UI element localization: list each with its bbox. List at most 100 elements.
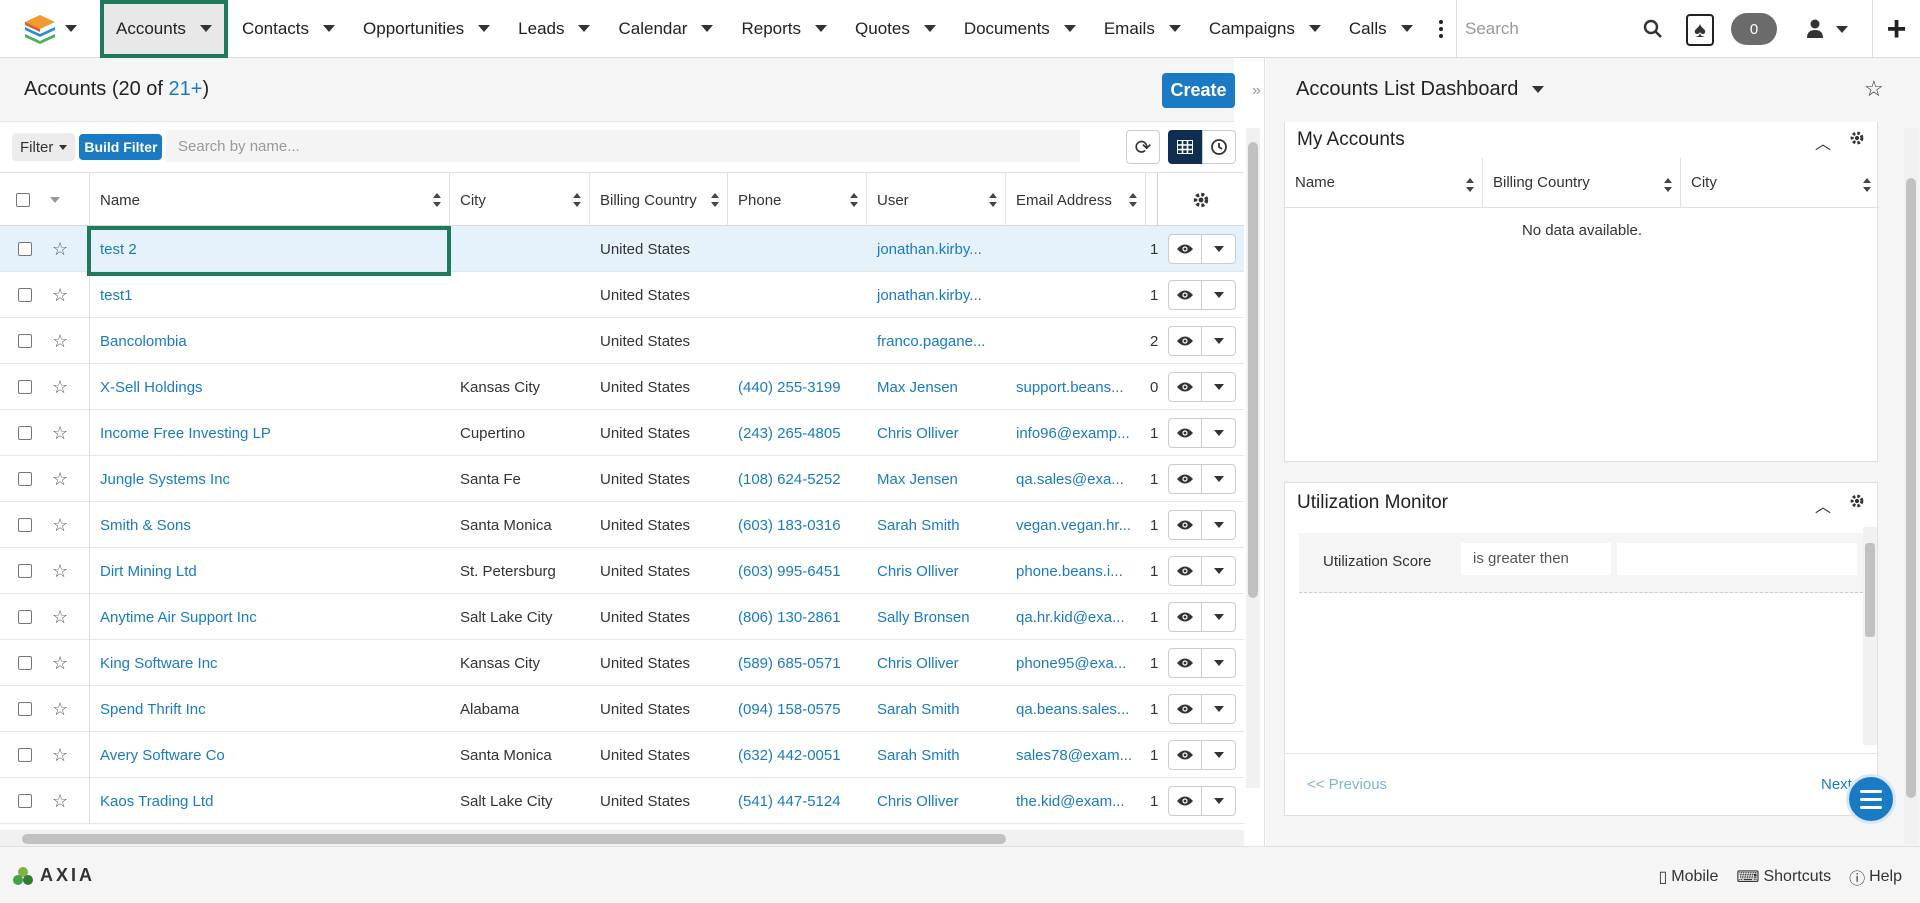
panel-splitter[interactable] xyxy=(1264,58,1265,846)
nav-item-reports[interactable]: Reports xyxy=(727,0,841,58)
nav-item-leads[interactable]: Leads xyxy=(504,0,604,58)
row-actions-dropdown[interactable] xyxy=(1202,557,1235,585)
cell-name[interactable]: X-Sell Holdings xyxy=(90,364,450,410)
cell-email[interactable]: the.kid@exam... xyxy=(1006,778,1146,824)
preview-eye-icon[interactable] xyxy=(1169,787,1203,815)
preview-eye-icon[interactable] xyxy=(1169,511,1203,539)
table-row[interactable]: ☆ X-Sell Holdings Kansas City United States… xyxy=(0,364,1244,410)
collapse-panel-icon[interactable]: » xyxy=(1252,82,1261,100)
cell-name[interactable]: Bancolombia xyxy=(90,318,450,364)
cell-user[interactable]: franco.pagane... xyxy=(867,318,1006,364)
row-checkbox[interactable] xyxy=(18,748,32,762)
recent-history-icon[interactable] xyxy=(1202,130,1236,164)
table-row[interactable]: ☆ Income Free Investing LP Cupertino United… xyxy=(0,410,1244,456)
nav-item-calls[interactable]: Calls xyxy=(1335,0,1427,58)
row-checkbox[interactable] xyxy=(18,564,32,578)
user-menu[interactable] xyxy=(1806,0,1848,58)
favorite-star-icon[interactable]: ☆ xyxy=(52,778,68,824)
cell-name[interactable]: Spend Thrift Inc xyxy=(90,686,450,732)
cell-name[interactable]: King Software Inc xyxy=(90,640,450,686)
search-icon[interactable] xyxy=(1643,19,1663,39)
cell-phone[interactable]: (806) 130-2861 xyxy=(728,594,867,640)
chevron-down-icon[interactable] xyxy=(923,25,936,32)
favorite-star-icon[interactable]: ☆ xyxy=(52,410,68,456)
nav-item-campaigns[interactable]: Campaigns xyxy=(1195,0,1335,58)
row-actions-dropdown[interactable] xyxy=(1202,511,1235,539)
dashlet-scrollbar[interactable] xyxy=(1863,527,1877,745)
row-actions-dropdown[interactable] xyxy=(1202,649,1235,677)
cell-name[interactable]: Income Free Investing LP xyxy=(90,410,450,456)
preview-eye-icon[interactable] xyxy=(1169,741,1203,769)
cell-email[interactable]: phone.beans.i... xyxy=(1006,548,1146,594)
nav-item-calendar[interactable]: Calendar xyxy=(604,0,727,58)
preview-eye-icon[interactable] xyxy=(1169,465,1203,493)
row-checkbox[interactable] xyxy=(18,334,32,348)
preview-eye-icon[interactable] xyxy=(1169,373,1203,401)
cell-email[interactable]: qa.sales@exa... xyxy=(1006,456,1146,502)
nav-item-accounts[interactable]: Accounts xyxy=(100,0,228,58)
chevron-down-icon[interactable] xyxy=(815,25,828,32)
cell-user[interactable]: Chris Olliver xyxy=(867,778,1006,824)
list-vertical-scrollbar[interactable] xyxy=(1246,128,1260,788)
col-header-email[interactable]: Email Address xyxy=(1006,173,1146,227)
cell-name[interactable]: test1 xyxy=(90,272,450,318)
row-actions-dropdown[interactable] xyxy=(1202,235,1235,263)
favorite-star-icon[interactable]: ☆ xyxy=(52,548,68,594)
row-actions-dropdown[interactable] xyxy=(1202,603,1235,631)
spade-icon[interactable]: ♠ xyxy=(1686,14,1714,46)
cell-name[interactable]: Dirt Mining Ltd xyxy=(90,548,450,594)
dashlet-col-name[interactable]: Name xyxy=(1285,158,1483,208)
row-checkbox[interactable] xyxy=(18,242,32,256)
favorite-star-icon[interactable]: ☆ xyxy=(52,502,68,548)
cell-user[interactable]: Chris Olliver xyxy=(867,410,1006,456)
dashlet-col-billing-country[interactable]: Billing Country xyxy=(1483,158,1681,208)
app-logo-menu[interactable] xyxy=(0,0,100,58)
cell-phone[interactable]: (603) 183-0316 xyxy=(728,502,867,548)
collapse-chevron-up-icon[interactable]: ︿ xyxy=(1815,493,1831,517)
col-header-billing-country[interactable]: Billing Country xyxy=(590,173,728,227)
chevron-down-icon[interactable] xyxy=(323,25,336,32)
utilization-value-input[interactable] xyxy=(1617,543,1857,575)
preview-eye-icon[interactable] xyxy=(1169,695,1203,723)
table-row[interactable]: ☆ Bancolombia United States franco.pagane..… xyxy=(0,318,1244,364)
cell-phone[interactable]: (243) 265-4805 xyxy=(728,410,867,456)
cell-phone[interactable] xyxy=(728,226,867,272)
row-checkbox[interactable] xyxy=(18,518,32,532)
floating-menu-button[interactable] xyxy=(1846,774,1896,824)
cell-phone[interactable]: (589) 685-0571 xyxy=(728,640,867,686)
favorite-star-icon[interactable]: ☆ xyxy=(52,272,68,318)
cell-email[interactable]: vegan.vegan.hr... xyxy=(1006,502,1146,548)
chevron-down-icon[interactable] xyxy=(578,25,591,32)
row-actions-dropdown[interactable] xyxy=(1202,787,1235,815)
cell-email[interactable]: phone95@exa... xyxy=(1006,640,1146,686)
favorite-star-icon[interactable]: ☆ xyxy=(52,732,68,778)
row-checkbox[interactable] xyxy=(18,472,32,486)
cell-user[interactable]: jonathan.kirby... xyxy=(867,226,1006,272)
col-header-city[interactable]: City xyxy=(450,173,590,227)
table-row[interactable]: ☆ Anytime Air Support Inc Salt Lake City Un… xyxy=(0,594,1244,640)
cell-user[interactable]: Chris Olliver xyxy=(867,548,1006,594)
chevron-down-icon[interactable] xyxy=(1400,25,1413,32)
cell-name[interactable]: Smith & Sons xyxy=(90,502,450,548)
row-checkbox[interactable] xyxy=(18,610,32,624)
cell-user[interactable]: Max Jensen xyxy=(867,456,1006,502)
dashboard-vertical-scrollbar[interactable] xyxy=(1904,128,1918,844)
row-actions-dropdown[interactable] xyxy=(1202,419,1235,447)
cell-phone[interactable] xyxy=(728,318,867,364)
preview-eye-icon[interactable] xyxy=(1169,281,1203,309)
cell-name[interactable]: Jungle Systems Inc xyxy=(90,456,450,502)
dashboard-title[interactable]: Accounts List Dashboard xyxy=(1296,78,1545,101)
cell-email[interactable]: info96@examp... xyxy=(1006,410,1146,456)
collapse-chevron-up-icon[interactable]: ︿ xyxy=(1815,130,1831,154)
cell-phone[interactable]: (094) 158-0575 xyxy=(728,686,867,732)
dashlet-col-city[interactable]: City xyxy=(1681,158,1879,208)
help-link[interactable]: ⓘ Help xyxy=(1849,865,1902,889)
preview-eye-icon[interactable] xyxy=(1169,603,1203,631)
cell-email[interactable]: qa.beans.sales... xyxy=(1006,686,1146,732)
refresh-icon[interactable]: ⟳ xyxy=(1126,130,1160,164)
cell-name[interactable]: Avery Software Co xyxy=(90,732,450,778)
total-count-link[interactable]: 21+ xyxy=(169,78,203,100)
table-row[interactable]: ☆ Kaos Trading Ltd Salt Lake City United St… xyxy=(0,778,1244,824)
select-options-chevron-icon[interactable] xyxy=(50,197,60,203)
row-checkbox[interactable] xyxy=(18,288,32,302)
